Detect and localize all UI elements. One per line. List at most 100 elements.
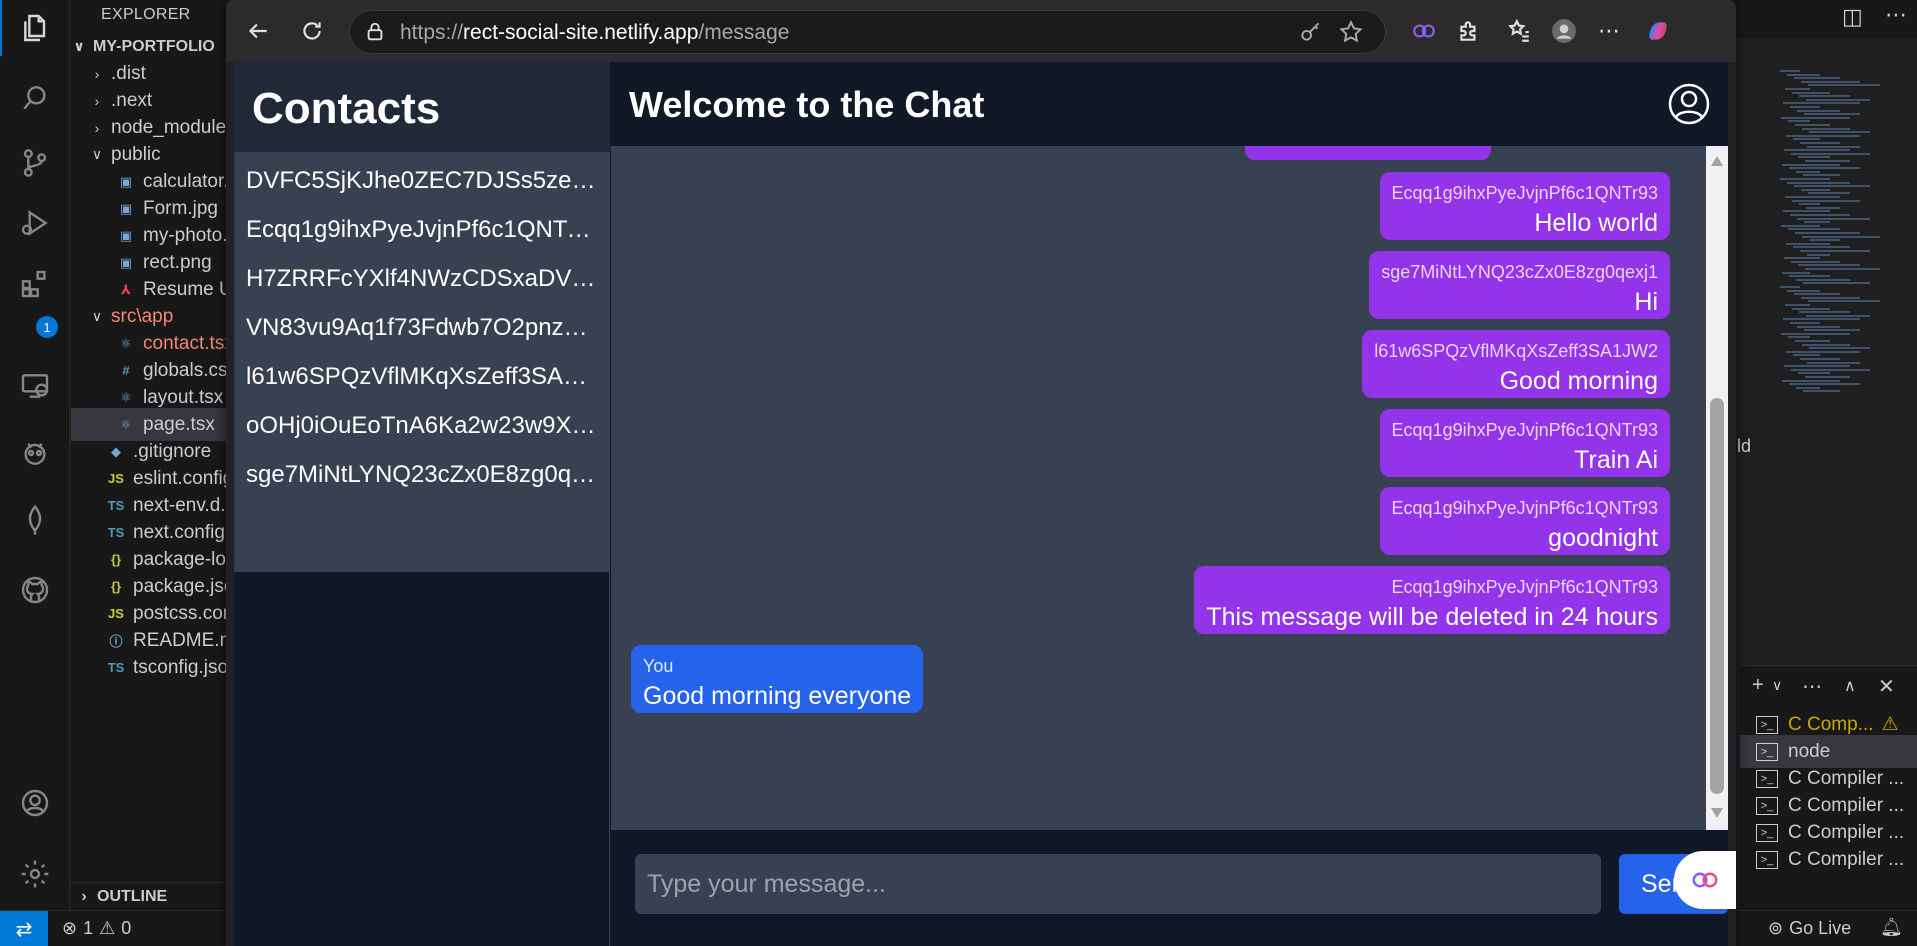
settings-gear-icon[interactable]	[0, 846, 70, 902]
key-icon[interactable]	[1298, 19, 1326, 47]
more-icon[interactable]: ⋯	[1802, 674, 1822, 699]
minimap-line	[1785, 88, 1810, 90]
message-scrollbar[interactable]	[1706, 146, 1728, 830]
url-text[interactable]: https://rect-social-site.netlify.app/mes…	[400, 21, 789, 45]
tree-item-label: next-env.d.ts	[133, 494, 231, 516]
lock-icon[interactable]	[364, 21, 386, 43]
terminal-icon: >_	[1756, 850, 1778, 869]
contact-item[interactable]: sge7MiNtLYNQ23cZx0E8zg0qexj1	[234, 450, 610, 499]
minimap-line	[1794, 185, 1870, 188]
chevron-down-icon[interactable]: ∨	[1772, 677, 1782, 694]
minimap[interactable]	[1780, 70, 1880, 400]
maximize-panel-icon[interactable]: ∧	[1844, 676, 1856, 696]
favorites-list-icon[interactable]	[1501, 13, 1537, 49]
split-editor-icon[interactable]: ◫	[1842, 4, 1863, 30]
new-terminal-plus-icon[interactable]: +	[1752, 674, 1764, 697]
minimap-line	[1792, 91, 1830, 94]
tree-item-label: globals.css	[143, 359, 231, 381]
minimap-line	[1804, 329, 1860, 332]
contact-item[interactable]: Ecqq1g9ihxPyeJvjnPf6c1QNTr93	[234, 205, 610, 254]
minimap-line	[1802, 343, 1850, 346]
minimap-line	[1791, 260, 1840, 263]
message-text: This message will be deleted in 24 hours	[1206, 603, 1658, 631]
minimap-line	[1787, 289, 1820, 292]
tree-item-label: .gitignore	[133, 440, 212, 462]
scroll-thumb[interactable]	[1710, 398, 1724, 794]
notifications-bell-icon[interactable]: 🔔︎	[1880, 917, 1903, 938]
source-control-icon[interactable]	[0, 135, 70, 191]
run-debug-icon[interactable]	[0, 195, 70, 251]
tree-item-label: public	[111, 143, 161, 165]
contact-item[interactable]: DVFC5SjKJhe0ZEC7DJSs5zen8iv2	[234, 156, 610, 205]
contacts-title: Contacts	[252, 84, 441, 133]
minimap-line	[1803, 390, 1840, 393]
message-input[interactable]	[635, 854, 1601, 914]
accounts-icon[interactable]	[0, 775, 70, 831]
refresh-icon[interactable]	[294, 13, 330, 49]
close-panel-icon[interactable]: ✕	[1878, 674, 1895, 699]
minimap-line	[1797, 325, 1840, 328]
contact-item[interactable]: oOHj0iOuEoTnA6Ka2w23w9XlfUp1	[234, 401, 610, 450]
browser-window: https://rect-social-site.netlify.app/mes…	[226, 0, 1736, 946]
profile-avatar-icon[interactable]	[1546, 13, 1582, 49]
tree-item-label: calculator.jpg	[143, 170, 231, 192]
terminal-tab[interactable]: >_ C Compiler ...	[1740, 843, 1917, 876]
browser-toolbar: https://rect-social-site.netlify.app/mes…	[226, 0, 1736, 62]
copilot-brain-icon[interactable]	[1406, 13, 1442, 49]
file-item[interactable]: TS tsconfig.json	[71, 651, 231, 684]
url-prefix: https://	[400, 21, 464, 44]
minimap-line	[1805, 160, 1850, 162]
explorer-files-icon[interactable]	[0, 0, 70, 56]
contact-list: DVFC5SjKJhe0ZEC7DJSs5zen8iv2 Ecqq1g9ihxPy…	[234, 152, 610, 572]
terminal-icon: >_	[1756, 769, 1778, 788]
copilot-floating-icon[interactable]	[1674, 851, 1736, 909]
file-type-icon: TS	[107, 525, 125, 540]
minimap-line	[1786, 350, 1860, 353]
minimap-line	[1787, 73, 1820, 76]
minimap-line	[1807, 361, 1860, 364]
minimap-line	[1792, 307, 1830, 310]
scroll-down-arrow-icon[interactable]	[1711, 808, 1723, 818]
back-icon[interactable]	[240, 13, 276, 49]
copilot-icon[interactable]	[1640, 13, 1676, 49]
minimap-line	[1786, 242, 1830, 245]
minimap-line	[1795, 232, 1860, 234]
problems-indicator[interactable]: ⊗ 1 ⚠ 0	[62, 918, 131, 939]
contact-item[interactable]: VN83vu9Aq1f73Fdwb7O2pnzYx8e2	[234, 303, 610, 352]
minimap-line	[1780, 70, 1800, 72]
minimap-line	[1796, 386, 1820, 389]
scroll-up-arrow-icon[interactable]	[1711, 156, 1723, 166]
user-profile-icon[interactable]	[1667, 82, 1711, 126]
message-list[interactable]: Ecqq1g9ihxPyeJvjnPf6c1QNTr93 Hello world s…	[611, 146, 1728, 830]
remote-explorer-icon[interactable]	[0, 358, 70, 414]
minimap-line	[1782, 379, 1840, 382]
minimap-line	[1784, 365, 1850, 368]
outline-section[interactable]: › OUTLINE	[71, 882, 231, 910]
message-sender: l61w6SPQzVflMKqXsZeff3SA1JW2	[1374, 341, 1658, 361]
minimap-line	[1805, 268, 1880, 270]
file-type-icon: JS	[108, 471, 124, 486]
chevron-down-icon: ∨	[91, 308, 103, 324]
more-actions-icon[interactable]: ⋯	[1885, 2, 1907, 28]
favorite-star-icon[interactable]	[1338, 19, 1366, 47]
extensions-puzzle-icon[interactable]	[1451, 13, 1487, 49]
github-icon[interactable]	[0, 562, 70, 618]
contact-id: VN83vu9Aq1f73Fdwb7O2pnzYx8e2	[246, 313, 598, 341]
minimap-line	[1799, 311, 1850, 314]
testing-robot-icon[interactable]	[0, 425, 70, 481]
contact-item[interactable]: H7ZRRFcYXlf4NWzCDSxaDVHGVzd2	[234, 254, 610, 303]
address-bar[interactable]: https://rect-social-site.netlify.app/mes…	[349, 10, 1386, 54]
minimap-line	[1784, 257, 1820, 260]
minimap-line	[1785, 196, 1840, 198]
search-icon[interactable]	[0, 70, 70, 126]
message-bubble: Ecqq1g9ihxPyeJvjnPf6c1QNTr93 goodnight	[1379, 487, 1670, 555]
remote-indicator[interactable]: ⇄	[0, 911, 48, 946]
extensions-icon[interactable]	[0, 256, 70, 312]
go-live-button[interactable]: ⊚ Go Live	[1768, 918, 1851, 939]
minimap-line	[1781, 332, 1850, 335]
extensions-badge: 1	[36, 316, 58, 338]
file-type-icon: ⚛	[120, 416, 132, 432]
contact-item[interactable]: l61w6SPQzVflMKqXsZeff3SA1JW2	[234, 352, 610, 401]
browser-menu-icon[interactable]: ⋯	[1591, 13, 1627, 49]
mongodb-leaf-icon[interactable]	[0, 492, 70, 548]
